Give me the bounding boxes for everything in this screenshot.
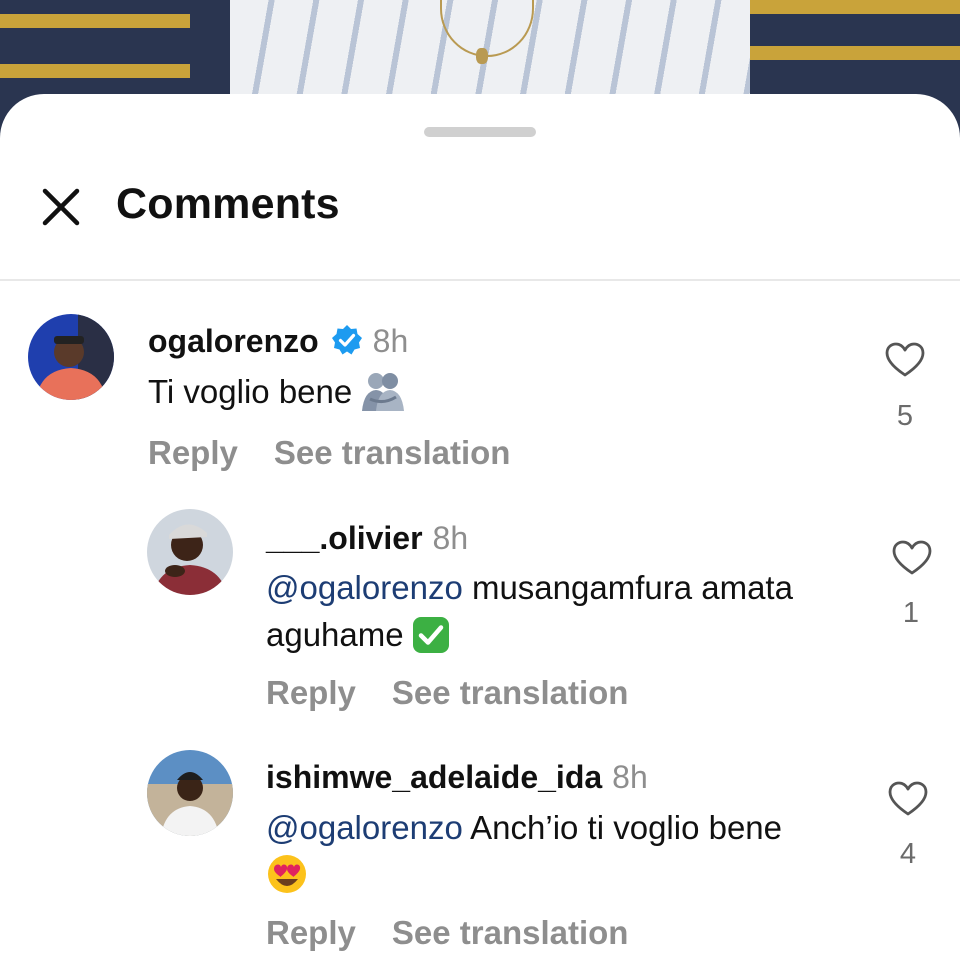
- comment-actions: Reply See translation: [266, 674, 628, 712]
- verified-badge-icon: [331, 325, 362, 355]
- avatar[interactable]: [28, 314, 114, 400]
- comment-text: @ogalorenzo Anch’io ti voglio bene: [266, 806, 876, 898]
- mention-link[interactable]: @ogalorenzo: [266, 809, 463, 846]
- avatar[interactable]: [147, 750, 233, 836]
- see-translation-button[interactable]: See translation: [392, 914, 629, 951]
- comment-actions: Reply See translation: [266, 914, 628, 952]
- comment-time: 8h: [612, 759, 648, 795]
- close-icon[interactable]: [38, 184, 84, 230]
- reply-button[interactable]: Reply: [266, 914, 356, 951]
- avatar[interactable]: [147, 509, 233, 595]
- mention-link[interactable]: @ogalorenzo: [266, 569, 463, 606]
- like-heart-icon[interactable]: [885, 342, 925, 378]
- comment-actions: Reply See translation: [148, 434, 510, 472]
- see-translation-button[interactable]: See translation: [274, 434, 511, 471]
- see-translation-button[interactable]: See translation: [392, 674, 629, 711]
- reply-button[interactable]: Reply: [148, 434, 238, 471]
- comment-time: 8h: [372, 323, 409, 359]
- reply-button[interactable]: Reply: [266, 674, 356, 711]
- like-count: 4: [899, 838, 917, 870]
- people-hugging-emoji: [362, 373, 405, 411]
- like-heart-icon[interactable]: [888, 781, 928, 817]
- comment-username[interactable]: ishimwe_adelaide_ida 8h: [266, 759, 648, 796]
- drag-handle[interactable]: [424, 127, 536, 137]
- comment-time: 8h: [432, 520, 469, 556]
- like-heart-icon[interactable]: [892, 540, 932, 576]
- check-mark-button-emoji: [412, 617, 449, 653]
- page-title: Comments: [116, 180, 340, 228]
- like-count: 5: [896, 400, 914, 432]
- comments-sheet: Comments ogalorenzo 8h Ti voglio bene Re…: [0, 94, 960, 960]
- comment-text: @ogalorenzo musangamfura amata aguhame: [266, 569, 793, 653]
- comment-text: Ti voglio bene: [148, 370, 406, 414]
- divider: [0, 279, 960, 281]
- comment-username[interactable]: ogalorenzo 8h: [148, 323, 408, 360]
- like-count: 1: [902, 597, 920, 629]
- comment-username[interactable]: ___.olivier 8h: [266, 520, 468, 557]
- heart-eyes-emoji: [268, 855, 306, 893]
